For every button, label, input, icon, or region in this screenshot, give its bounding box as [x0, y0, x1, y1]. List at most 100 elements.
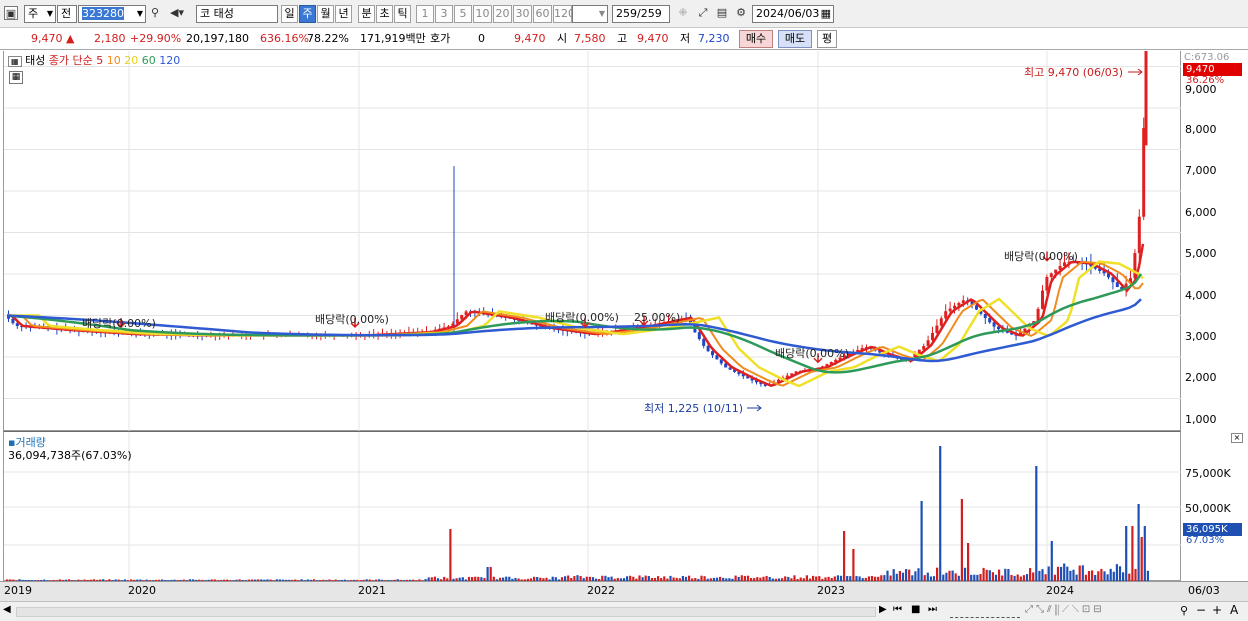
grid-icon[interactable]: ▦ — [8, 56, 22, 67]
period-month-button[interactable]: 월 — [317, 5, 334, 23]
stop-icon[interactable]: ■ — [911, 604, 920, 615]
interval-60-button[interactable]: 60 — [533, 5, 552, 23]
chart-legend: ▦ 태성 종가 단순 5 10 20 60 120 — [8, 53, 180, 68]
drawing-tools[interactable]: ⤢⤡⫽⫼⟋⟍⊡⊟ — [1025, 604, 1105, 615]
x-label-2023: 2023 — [817, 584, 845, 597]
high-label: 고 — [617, 32, 628, 45]
interval-10-button[interactable]: 10 — [473, 5, 492, 23]
volume-bar — [886, 570, 889, 581]
volume-chart-panel[interactable]: ▪거래량 36,094,738주(67.03%) — [3, 431, 1182, 582]
volume-bar — [1118, 566, 1122, 581]
stock-name-field[interactable]: 코 태성 — [196, 5, 278, 23]
volume-bar — [449, 529, 452, 581]
y-tick-5000: 5,000 — [1185, 247, 1217, 260]
link-icon[interactable]: ⁜ — [676, 6, 690, 20]
text-tool-icon[interactable]: A — [1230, 603, 1238, 617]
scroll-right-icon[interactable]: ▶ — [879, 604, 887, 615]
minus-icon[interactable]: − — [1196, 603, 1206, 617]
min-price-arrow — [747, 404, 762, 412]
volume-ratio: 636.16% — [260, 32, 309, 45]
code-input[interactable]: 323280 ▼ — [78, 5, 146, 23]
volume-bar — [951, 570, 954, 581]
y-tick-3000: 3,000 — [1185, 330, 1217, 343]
period-year-button[interactable]: 년 — [335, 5, 352, 23]
volume-bar — [979, 573, 982, 581]
count-field[interactable]: 259/259 — [612, 5, 670, 23]
volume-bar — [1032, 572, 1035, 581]
calculator-icon[interactable]: ▦ — [9, 71, 23, 84]
date-field[interactable]: 2024/06/03 ▦ — [752, 5, 834, 23]
volume-bar — [963, 567, 967, 581]
jeon-selector[interactable]: 전 — [57, 5, 77, 23]
zoom-slider[interactable] — [950, 606, 1020, 618]
scroll-left-icon[interactable]: ◀ — [3, 604, 11, 615]
volume-bar — [1103, 571, 1106, 581]
volume-bar — [1066, 566, 1069, 581]
period-tick-button[interactable]: 틱 — [394, 5, 411, 23]
gear-icon[interactable]: ⚙ — [734, 6, 748, 20]
interval-20-button[interactable]: 20 — [493, 5, 512, 23]
volume-bar — [1041, 569, 1044, 581]
volume-bar — [1035, 466, 1038, 581]
volume-bar — [486, 567, 489, 581]
interval-30-button[interactable]: 30 — [513, 5, 532, 23]
price-candle — [948, 308, 952, 312]
volume-bar — [914, 571, 917, 581]
fast-forward-icon[interactable]: ⏭ — [928, 604, 937, 615]
price-candle — [1049, 273, 1053, 277]
price-chart[interactable]: 배당락(0.00%) 배당락(0.00%) 배당락(0.00%) 25.00%) 배당락… — [4, 51, 1182, 431]
scroll-track[interactable] — [16, 607, 876, 617]
volume-bar — [1029, 568, 1032, 581]
x-label-2024: 2024 — [1046, 584, 1074, 597]
price-candle — [939, 318, 943, 326]
crosshair-icon[interactable]: ⤢ — [696, 6, 710, 20]
sell-button[interactable]: 매도 — [778, 30, 812, 48]
y-tick-8000: 8,000 — [1185, 123, 1217, 136]
chart-scrollbar[interactable]: ◀ ▶ ⏮ ■ ⏭ ⤢⤡⫽⫼⟋⟍⊡⊟ ⚲ − + A — [0, 601, 1248, 621]
plus-icon[interactable]: + — [1212, 603, 1222, 617]
period-second-button[interactable]: 초 — [376, 5, 393, 23]
volume-bar — [1146, 570, 1149, 581]
volume-bar — [905, 569, 908, 581]
search-icon[interactable]: ⚲ — [148, 6, 162, 20]
interval-3-button[interactable]: 3 — [435, 5, 453, 23]
volume-chart[interactable] — [4, 432, 1182, 582]
period-week-button[interactable]: 주 — [299, 5, 316, 23]
interval-dropdown[interactable]: ▼ — [572, 5, 608, 23]
volume-bar — [967, 543, 970, 581]
volume-bar — [982, 567, 985, 581]
price-candle — [706, 345, 710, 352]
volume-bar — [960, 499, 963, 581]
interval-1-button[interactable]: 1 — [416, 5, 434, 23]
zoom-icon[interactable]: ⚲ — [1180, 604, 1188, 617]
price-candle — [1041, 290, 1044, 309]
volume-bar — [939, 446, 942, 581]
window-icon[interactable]: ▣ — [4, 6, 18, 20]
close-icon[interactable]: × — [1231, 433, 1243, 443]
interval-120-button[interactable]: 120 — [553, 5, 575, 23]
calendar-icon[interactable]: ▦ — [821, 6, 831, 22]
trade-volume: 20,197,180 — [186, 32, 249, 45]
volume-bar — [1137, 504, 1140, 581]
price-chart-panel[interactable]: 배당락(0.00%) 배당락(0.00%) 배당락(0.00%) 25.00%) 배당락… — [3, 51, 1182, 431]
volume-bar — [1047, 566, 1050, 581]
max-price-arrow — [1128, 68, 1143, 76]
market-select[interactable]: 주 ▼ — [24, 5, 56, 23]
main-toolbar: ▣ 주 ▼ 전 323280 ▼ ⚲ ◀▾ 코 태성 일 주 월 년 분 초 틱 1… — [0, 0, 1248, 28]
evaluate-button[interactable]: 평 — [817, 30, 837, 48]
ma-legend-20: 20 — [124, 54, 139, 67]
volume-bar — [998, 569, 1001, 581]
interval-5-button[interactable]: 5 — [454, 5, 472, 23]
speaker-icon[interactable]: ◀▾ — [166, 6, 188, 20]
rewind-icon[interactable]: ⏮ — [893, 604, 902, 615]
save-icon[interactable]: ▤ — [715, 6, 729, 20]
hoga-label: 호가 — [430, 32, 451, 45]
volume-bar — [988, 570, 991, 581]
period-minute-button[interactable]: 분 — [358, 5, 375, 23]
y-tick-6000: 6,000 — [1185, 206, 1217, 219]
buy-button[interactable]: 매수 — [739, 30, 773, 48]
volume-pct-tag: 67.03% — [1186, 535, 1225, 546]
period-day-button[interactable]: 일 — [281, 5, 298, 23]
volume-bar — [917, 568, 920, 581]
ma-legend-120: 120 — [159, 54, 181, 67]
